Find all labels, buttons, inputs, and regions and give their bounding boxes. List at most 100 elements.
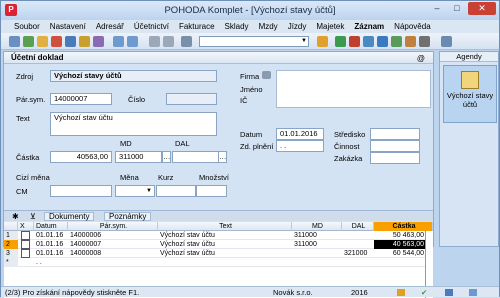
zd-plneni-field[interactable]: . .	[276, 140, 324, 152]
new-record-icon[interactable]	[149, 36, 160, 47]
menu-mzdy[interactable]: Mzdy	[254, 20, 283, 33]
zd-plneni-label: Zd. plnění	[240, 142, 274, 151]
dal-field[interactable]	[172, 151, 219, 163]
menu-jizdy[interactable]: Jízdy	[283, 20, 312, 33]
status-year: 2016	[351, 288, 368, 297]
firma-field[interactable]	[276, 70, 431, 108]
chart-icon[interactable]	[391, 36, 402, 47]
kurz-field[interactable]	[156, 185, 196, 197]
mail-status-icon	[445, 289, 453, 296]
print-icon[interactable]	[93, 36, 104, 47]
help-icon[interactable]	[441, 36, 452, 47]
menu-ucetnictvi[interactable]: Účetnictví	[129, 20, 174, 33]
cinnost-label: Činnost	[334, 142, 360, 151]
first-record-icon[interactable]	[113, 36, 124, 47]
mena-label: Měna	[120, 173, 139, 182]
cell-datum: 01.01.16	[36, 241, 64, 248]
agenda-item-vychozi-stavy[interactable]: Výchozí stavy účtů	[443, 65, 497, 123]
menu-majetek[interactable]: Majetek	[311, 20, 349, 33]
text-label: Text	[16, 114, 30, 123]
cislo-field	[166, 93, 217, 105]
camera-icon[interactable]	[317, 36, 328, 47]
menu-zaznam[interactable]: Záznam	[349, 20, 389, 33]
col-md[interactable]: MD	[292, 222, 342, 231]
castka-field[interactable]: 40563,00	[50, 151, 112, 163]
row-number: 1	[4, 231, 18, 240]
delete-icon[interactable]	[51, 36, 62, 47]
menu-napoveda[interactable]: Nápověda	[389, 20, 435, 33]
app-window: P POHODA Komplet - [Výchozí stavy účtů] …	[0, 0, 500, 298]
md-field[interactable]: 311000	[115, 151, 162, 163]
table-row-selected[interactable]: 2 01.01.16 14000007 Výchozí stav účtu 31…	[4, 240, 433, 249]
edit-icon[interactable]	[181, 36, 192, 47]
copy-record-icon[interactable]	[163, 36, 174, 47]
tab-dokumenty[interactable]: Dokumenty	[44, 212, 95, 221]
address-book-icon[interactable]	[262, 71, 271, 79]
folder-icon[interactable]	[37, 36, 48, 47]
zakazka-select[interactable]	[370, 152, 420, 164]
agenda-header: Agendy	[440, 52, 498, 62]
col-x[interactable]: X	[18, 222, 34, 231]
md-picker-button[interactable]: …	[162, 151, 171, 163]
save-icon[interactable]	[65, 36, 76, 47]
mail-icon[interactable]	[363, 36, 374, 47]
link-icon[interactable]	[335, 36, 346, 47]
maximize-button[interactable]: □	[448, 2, 466, 15]
col-parsym[interactable]: Pár.sym.	[68, 222, 158, 231]
table-row[interactable]: 1 01.01.16 14000006 Výchozí stav účtu 31…	[4, 231, 433, 240]
star-icon[interactable]: ✱	[12, 212, 19, 221]
menu-fakturace[interactable]: Fakturace	[174, 20, 220, 33]
filter-tab-icon[interactable]: ⊻	[30, 212, 36, 221]
menu-bar: Soubor Nastavení Adresář Účetnictví Fakt…	[1, 20, 499, 33]
toolbar-combo[interactable]: ▼	[199, 36, 309, 47]
document-panel: Účetní doklad @ Zdroj Výchozí stavy účtů…	[3, 51, 434, 298]
mena-select[interactable]: ▼	[115, 185, 155, 197]
row-checkbox[interactable]	[21, 231, 30, 240]
at-icon[interactable]: @	[417, 53, 425, 65]
stredisko-select[interactable]	[370, 128, 420, 140]
firma-label: Firma	[240, 72, 260, 81]
title-bar: P POHODA Komplet - [Výchozí stavy účtů] …	[1, 1, 499, 20]
row-checkbox[interactable]	[21, 249, 30, 258]
check-icon: ✔	[421, 288, 428, 297]
dal-picker-button[interactable]: …	[218, 151, 227, 163]
cell-parsym: 14000008	[70, 250, 102, 257]
row-checkbox[interactable]	[21, 240, 30, 249]
tag-icon[interactable]	[349, 36, 360, 47]
col-text[interactable]: Text	[158, 222, 292, 231]
col-dal[interactable]: DAL	[342, 222, 374, 231]
globe-icon[interactable]	[377, 36, 388, 47]
window-title: POHODA Komplet - [Výchozí stavy účtů]	[164, 5, 336, 16]
menu-nastaveni[interactable]: Nastavení	[45, 20, 91, 33]
mnozstvi-field[interactable]	[196, 185, 227, 197]
datum-field[interactable]: 01.01.2016	[276, 128, 324, 140]
tab-poznamky[interactable]: Poznámky	[104, 212, 152, 221]
network-icon	[469, 289, 477, 296]
tab-strip: ✱ ⊻ Dokumenty Poznámky	[4, 210, 433, 221]
chevron-down-icon: ▼	[301, 38, 307, 44]
close-button[interactable]: ✕	[468, 2, 496, 15]
minimize-button[interactable]: –	[428, 2, 446, 15]
jmeno-label: Jméno	[240, 85, 263, 94]
datum-label: Datum	[240, 130, 263, 139]
parsym-field[interactable]: 14000007	[50, 93, 112, 105]
menu-soubor[interactable]: Soubor	[9, 20, 45, 33]
col-datum[interactable]: Datum	[34, 222, 68, 231]
tools-icon[interactable]	[419, 36, 430, 47]
dal-label: DAL	[175, 139, 190, 148]
grid-icon[interactable]	[9, 36, 20, 47]
cinnost-select[interactable]	[370, 140, 420, 152]
menu-sklady[interactable]: Sklady	[220, 20, 254, 33]
col-castka[interactable]: Částka	[374, 222, 433, 231]
grid-header: X Datum Pár.sym. Text MD DAL Částka	[4, 222, 433, 231]
cell-dal: 321000	[344, 250, 368, 257]
menu-adresar[interactable]: Adresář	[91, 20, 129, 33]
text-field[interactable]: Výchozí stav účtu	[50, 112, 217, 136]
calculator-icon[interactable]	[405, 36, 416, 47]
prev-record-icon[interactable]	[127, 36, 138, 47]
table-row[interactable]: 3 01.01.16 14000008 Výchozí stav účtu 32…	[4, 249, 433, 258]
cm-field[interactable]	[50, 185, 112, 197]
refresh-icon[interactable]	[23, 36, 34, 47]
filter-icon[interactable]	[79, 36, 90, 47]
table-row-new[interactable]: * . .	[4, 258, 433, 267]
